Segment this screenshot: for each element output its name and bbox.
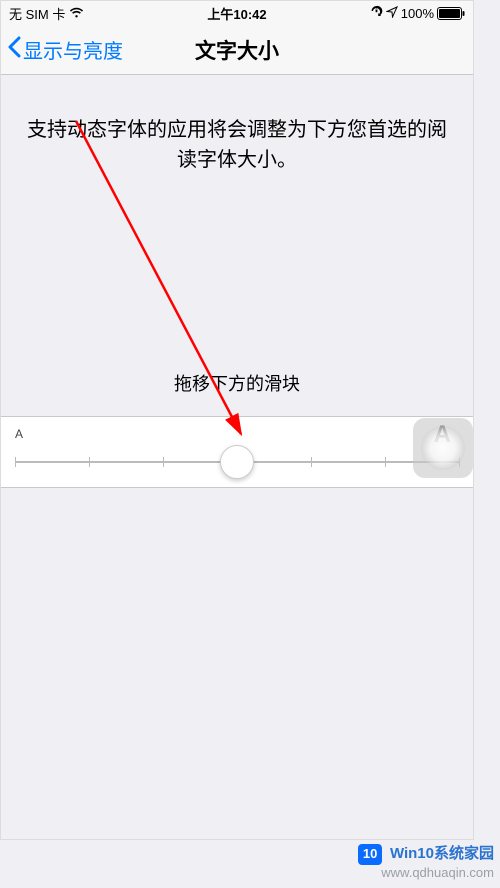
orientation-lock-icon xyxy=(370,5,383,21)
page-title: 文字大小 xyxy=(195,35,279,65)
back-button[interactable]: 显示与亮度 xyxy=(7,35,123,64)
nav-bar: 显示与亮度 文字大小 xyxy=(1,25,473,75)
carrier-text: 无 SIM 卡 xyxy=(9,4,65,23)
slider-tick xyxy=(89,457,90,467)
watermark-badge: 10 xyxy=(358,844,382,865)
assistive-touch-icon xyxy=(421,426,465,470)
watermark-title: Win10系统家园 xyxy=(390,845,494,862)
battery-icon xyxy=(437,7,465,20)
location-icon xyxy=(386,6,398,21)
slider-thumb[interactable] xyxy=(220,445,254,479)
text-size-slider-row: A A xyxy=(1,416,473,488)
text-size-slider[interactable] xyxy=(15,461,459,463)
status-bar: 无 SIM 卡 上午10:42 100% xyxy=(1,1,473,25)
watermark-url: www.qdhuaqin.com xyxy=(358,865,494,882)
slider-tick xyxy=(311,457,312,467)
slider-hint: 拖移下方的滑块 xyxy=(1,370,473,396)
slider-tick xyxy=(15,457,16,467)
back-label: 显示与亮度 xyxy=(23,35,123,64)
small-a-label: A xyxy=(15,427,23,441)
description-text: 支持动态字体的应用将会调整为下方您首选的阅读字体大小。 xyxy=(1,115,473,175)
assistive-touch-button[interactable] xyxy=(413,418,473,478)
wifi-icon xyxy=(69,7,84,19)
status-time: 上午10:42 xyxy=(207,4,266,23)
chevron-left-icon xyxy=(7,36,21,64)
slider-tick xyxy=(163,457,164,467)
battery-percent: 100% xyxy=(401,6,434,21)
slider-tick xyxy=(385,457,386,467)
watermark: 10 Win10系统家园 www.qdhuaqin.com xyxy=(358,844,494,882)
